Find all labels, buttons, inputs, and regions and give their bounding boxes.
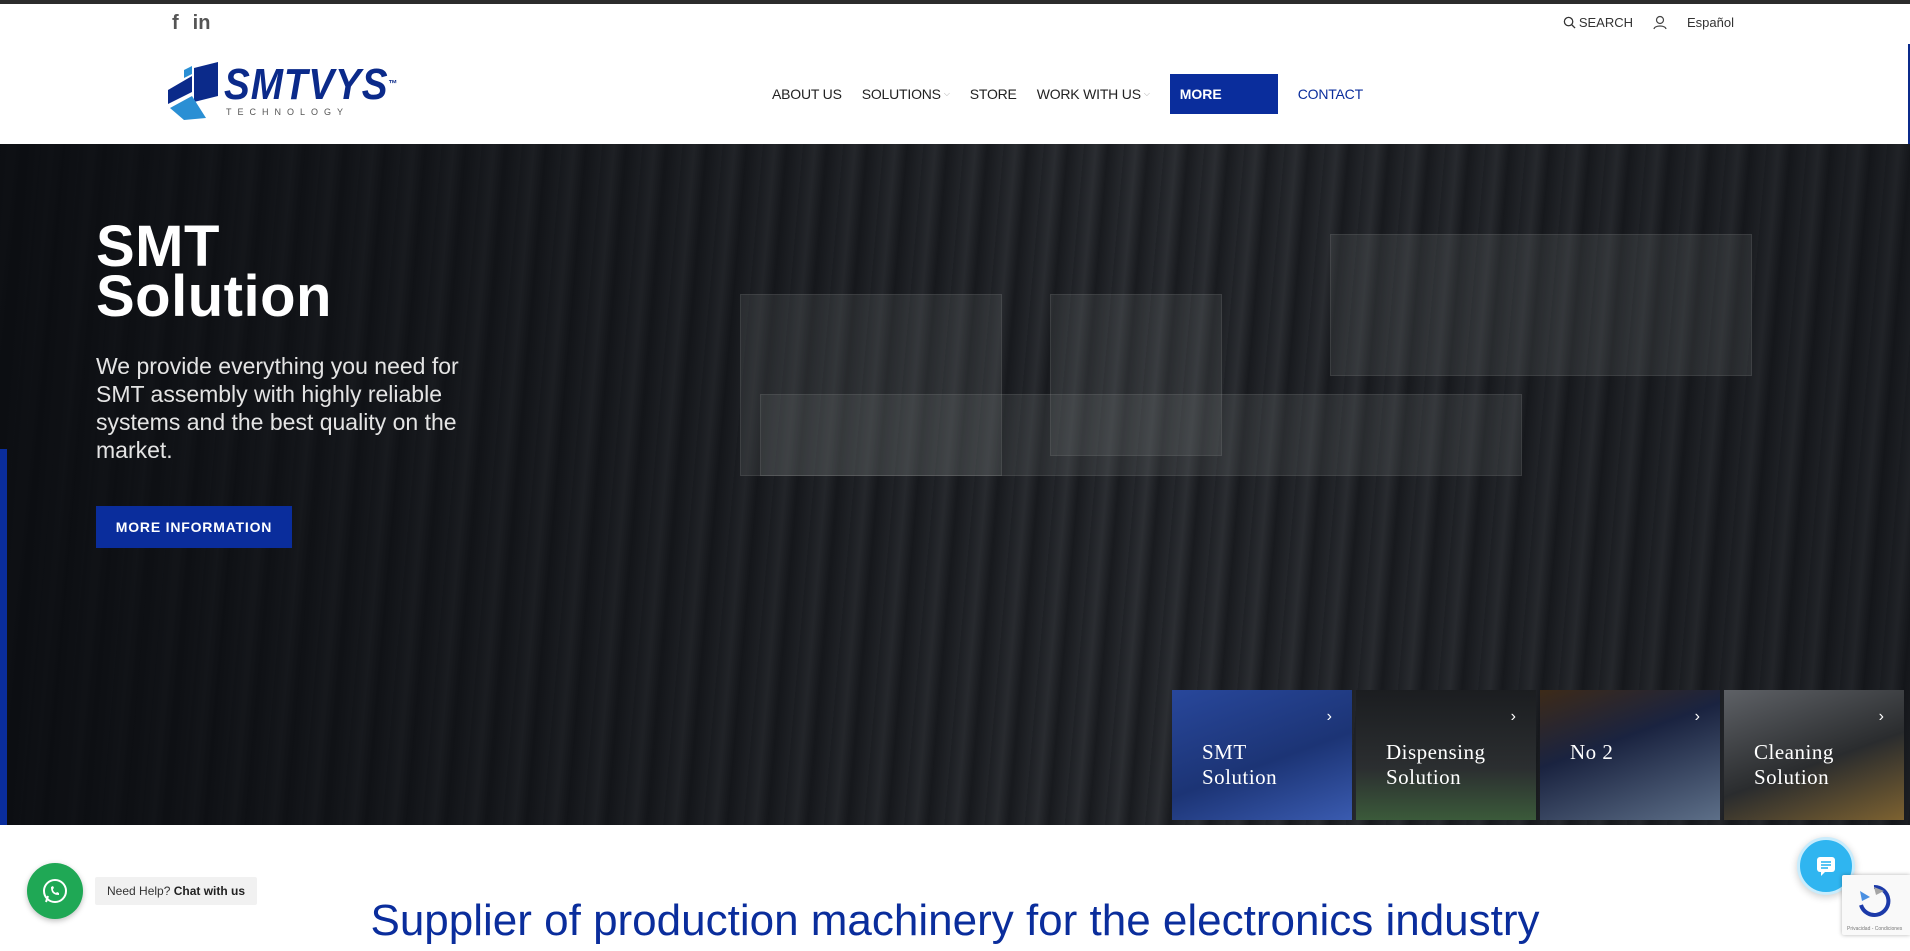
logo-name-text: SMTVYS (224, 60, 389, 109)
card-caption: No 2 (1570, 740, 1613, 765)
language-switch[interactable]: Español (1687, 15, 1734, 30)
top-bar-actions: SEARCH Español (1563, 15, 1734, 30)
card-caption: Dispensing Solution (1386, 740, 1486, 790)
chatbot-icon (1817, 857, 1835, 876)
chevron-right-icon: › (1510, 708, 1516, 725)
chevron-right-icon: › (1694, 708, 1700, 725)
card-caption-line2: Solution (1202, 765, 1278, 789)
card-caption-line2: Solution (1386, 765, 1462, 789)
hero-description: We provide everything you need for SMT a… (96, 353, 459, 463)
nav-store-label: STORE (969, 86, 1017, 102)
nav-work-label: WORK WITH US (1036, 86, 1141, 102)
machine-rail-graphic (760, 394, 1522, 476)
nav-work-with-us[interactable]: WORK WITH US ⌵ (1037, 86, 1150, 102)
card-cleaning-solution[interactable]: › Cleaning Solution (1724, 690, 1904, 820)
nav-more-button[interactable]: MORE (1169, 74, 1278, 114)
nav-about-label: ABOUT US (772, 86, 842, 102)
main-nav: ABOUT US SOLUTIONS ⌵ STORE WORK WITH US ⌵ … (772, 74, 1383, 114)
search-label: SEARCH (1578, 15, 1634, 30)
card-caption: SMT Solution (1202, 740, 1277, 790)
chevron-down-icon: ⌵ (1143, 89, 1150, 98)
user-icon[interactable] (1653, 15, 1667, 30)
facebook-icon[interactable]: f (172, 13, 179, 33)
logo-name: SMTVYS™ (224, 63, 399, 107)
card-caption-line1: SMT (1202, 740, 1247, 764)
machine-panel-graphic (1330, 234, 1752, 376)
nav-about-us[interactable]: ABOUT US (772, 86, 842, 102)
solution-cards: › SMT Solution › Dispensing Solution › No … (1172, 690, 1904, 820)
hero-accent-bar (0, 449, 7, 825)
nav-contact[interactable]: CONTACT (1298, 86, 1363, 102)
card-caption: Cleaning Solution (1754, 740, 1834, 790)
chevron-down-icon: ⌵ (943, 89, 950, 98)
linkedin-icon[interactable]: in (193, 13, 211, 33)
card-caption-line1: No 2 (1570, 740, 1614, 764)
card-smt-solution[interactable]: › SMT Solution (1172, 690, 1352, 820)
more-information-button[interactable]: MORE INFORMATION (96, 506, 292, 548)
card-dispensing-solution[interactable]: › Dispensing Solution (1356, 690, 1536, 820)
hero-title-line2: Solution (96, 264, 332, 329)
section-headline: Supplier of production machinery for the… (370, 896, 1540, 945)
recaptcha-links[interactable]: Privacidad - Condiciones (1847, 926, 1902, 932)
nav-solutions[interactable]: SOLUTIONS ⌵ (862, 86, 950, 102)
hero-banner: SMT Solution We provide everything you n… (0, 144, 1910, 825)
chevron-right-icon: › (1326, 708, 1332, 725)
main-header: SMTVYS™ TECHNOLOGY ABOUT US SOLUTIONS ⌵ S… (0, 44, 1910, 145)
recaptcha-icon (1859, 884, 1891, 917)
site-logo[interactable]: SMTVYS™ TECHNOLOGY (166, 62, 422, 120)
search-button[interactable]: SEARCH (1563, 15, 1633, 30)
top-bar: f in SEARCH Español (0, 4, 1910, 45)
logo-mark-icon (168, 62, 218, 120)
card-caption-line1: Cleaning (1754, 740, 1834, 764)
nav-solutions-label: SOLUTIONS (861, 86, 941, 102)
search-icon (1563, 16, 1576, 29)
card-caption-line1: Dispensing (1386, 740, 1486, 764)
social-links: f in (172, 13, 210, 33)
chevron-right-icon: › (1878, 708, 1884, 725)
card-caption-line2: Solution (1754, 765, 1830, 789)
logo-text: SMTVYS™ TECHNOLOGY (224, 63, 422, 118)
card-no-2[interactable]: › No 2 (1540, 690, 1720, 820)
logo-tm: ™ (388, 79, 399, 90)
nav-store[interactable]: STORE (970, 86, 1017, 102)
hero-title: SMT Solution (96, 218, 332, 326)
recaptcha-badge[interactable]: Privacidad - Condiciones (1842, 875, 1910, 935)
